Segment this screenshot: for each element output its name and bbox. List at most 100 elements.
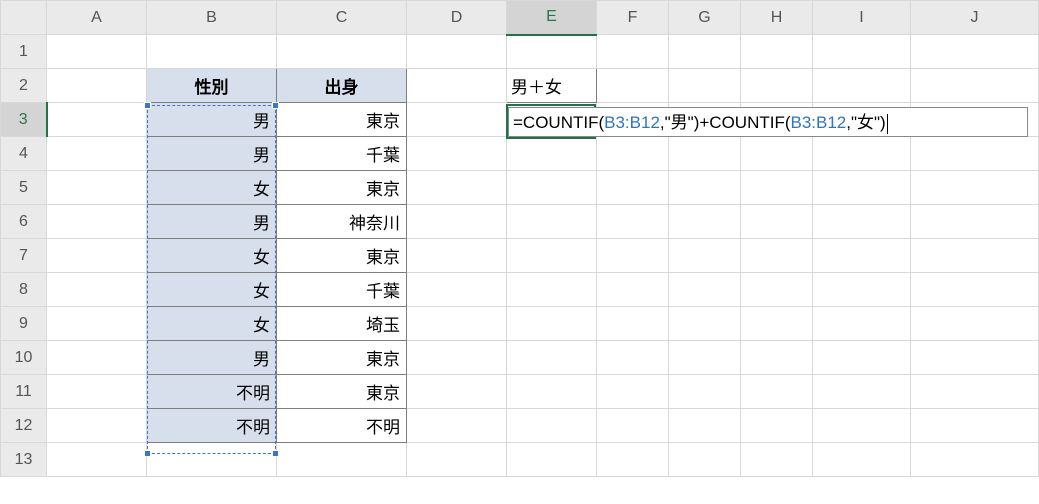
cell-D13[interactable]: [407, 443, 507, 477]
cell-A11[interactable]: [47, 375, 147, 409]
cell-G2[interactable]: [669, 69, 741, 103]
cell-J6[interactable]: [911, 205, 1039, 239]
cell-I9[interactable]: [813, 307, 911, 341]
cell-A4[interactable]: [47, 137, 147, 171]
cell-G6[interactable]: [669, 205, 741, 239]
cell-H11[interactable]: [741, 375, 813, 409]
col-header-A[interactable]: A: [47, 1, 147, 35]
cell-H8[interactable]: [741, 273, 813, 307]
cell-A3[interactable]: [47, 103, 147, 137]
cell-H1[interactable]: [741, 35, 813, 69]
cell-G10[interactable]: [669, 341, 741, 375]
cell-C3[interactable]: 東京: [277, 103, 407, 137]
cell-A1[interactable]: [47, 35, 147, 69]
cell-H6[interactable]: [741, 205, 813, 239]
cell-J9[interactable]: [911, 307, 1039, 341]
cell-E12[interactable]: [507, 409, 597, 443]
cell-F8[interactable]: [597, 273, 669, 307]
cell-C12[interactable]: 不明: [277, 409, 407, 443]
cell-B8[interactable]: 女: [147, 273, 277, 307]
cell-C9[interactable]: 埼玉: [277, 307, 407, 341]
cell-J2[interactable]: [911, 69, 1039, 103]
cell-B12[interactable]: 不明: [147, 409, 277, 443]
cell-E7[interactable]: [507, 239, 597, 273]
cell-I6[interactable]: [813, 205, 911, 239]
cell-I1[interactable]: [813, 35, 911, 69]
cell-D10[interactable]: [407, 341, 507, 375]
row-header-6[interactable]: 6: [1, 205, 47, 239]
cell-H10[interactable]: [741, 341, 813, 375]
cell-A7[interactable]: [47, 239, 147, 273]
row-header-9[interactable]: 9: [1, 307, 47, 341]
cell-B11[interactable]: 不明: [147, 375, 277, 409]
cells-table[interactable]: A B C D E F G H I J 1 2 性別 出身 男＋女 3 男 東京…: [0, 0, 1039, 477]
cell-C4[interactable]: 千葉: [277, 137, 407, 171]
cell-F7[interactable]: [597, 239, 669, 273]
cell-G8[interactable]: [669, 273, 741, 307]
row-header-4[interactable]: 4: [1, 137, 47, 171]
cell-B3[interactable]: 男: [147, 103, 277, 137]
cell-J4[interactable]: [911, 137, 1039, 171]
row-header-5[interactable]: 5: [1, 171, 47, 205]
cell-J11[interactable]: [911, 375, 1039, 409]
cell-I13[interactable]: [813, 443, 911, 477]
cell-H5[interactable]: [741, 171, 813, 205]
cell-G9[interactable]: [669, 307, 741, 341]
cell-J12[interactable]: [911, 409, 1039, 443]
cell-A8[interactable]: [47, 273, 147, 307]
cell-E4[interactable]: [507, 137, 597, 171]
cell-D4[interactable]: [407, 137, 507, 171]
row-header-7[interactable]: 7: [1, 239, 47, 273]
cell-H12[interactable]: [741, 409, 813, 443]
cell-C2[interactable]: 出身: [277, 69, 407, 103]
cell-F2[interactable]: [597, 69, 669, 103]
cell-E9[interactable]: [507, 307, 597, 341]
row-header-11[interactable]: 11: [1, 375, 47, 409]
cell-I2[interactable]: [813, 69, 911, 103]
cell-F1[interactable]: [597, 35, 669, 69]
cell-D9[interactable]: [407, 307, 507, 341]
cell-I7[interactable]: [813, 239, 911, 273]
cell-A9[interactable]: [47, 307, 147, 341]
cell-F13[interactable]: [597, 443, 669, 477]
spreadsheet-grid[interactable]: A B C D E F G H I J 1 2 性別 出身 男＋女 3 男 東京…: [0, 0, 1039, 504]
cell-B5[interactable]: 女: [147, 171, 277, 205]
cell-F12[interactable]: [597, 409, 669, 443]
row-header-2[interactable]: 2: [1, 69, 47, 103]
cell-G4[interactable]: [669, 137, 741, 171]
cell-A5[interactable]: [47, 171, 147, 205]
cell-G12[interactable]: [669, 409, 741, 443]
row-header-1[interactable]: 1: [1, 35, 47, 69]
cell-C8[interactable]: 千葉: [277, 273, 407, 307]
cell-J5[interactable]: [911, 171, 1039, 205]
row-header-13[interactable]: 13: [1, 443, 47, 477]
row-header-10[interactable]: 10: [1, 341, 47, 375]
cell-B6[interactable]: 男: [147, 205, 277, 239]
cell-J13[interactable]: [911, 443, 1039, 477]
cell-D2[interactable]: [407, 69, 507, 103]
cell-E10[interactable]: [507, 341, 597, 375]
cell-D5[interactable]: [407, 171, 507, 205]
cell-D3[interactable]: [407, 103, 507, 137]
cell-E6[interactable]: [507, 205, 597, 239]
cell-D1[interactable]: [407, 35, 507, 69]
cell-G7[interactable]: [669, 239, 741, 273]
cell-H2[interactable]: [741, 69, 813, 103]
cell-A10[interactable]: [47, 341, 147, 375]
cell-E13[interactable]: [507, 443, 597, 477]
cell-E8[interactable]: [507, 273, 597, 307]
cell-A2[interactable]: [47, 69, 147, 103]
col-header-G[interactable]: G: [669, 1, 741, 35]
cell-F5[interactable]: [597, 171, 669, 205]
cell-A6[interactable]: [47, 205, 147, 239]
cell-B4[interactable]: 男: [147, 137, 277, 171]
cell-F10[interactable]: [597, 341, 669, 375]
cell-C1[interactable]: [277, 35, 407, 69]
cell-D8[interactable]: [407, 273, 507, 307]
cell-I11[interactable]: [813, 375, 911, 409]
cell-B7[interactable]: 女: [147, 239, 277, 273]
cell-I5[interactable]: [813, 171, 911, 205]
cell-H13[interactable]: [741, 443, 813, 477]
row-header-8[interactable]: 8: [1, 273, 47, 307]
cell-F4[interactable]: [597, 137, 669, 171]
